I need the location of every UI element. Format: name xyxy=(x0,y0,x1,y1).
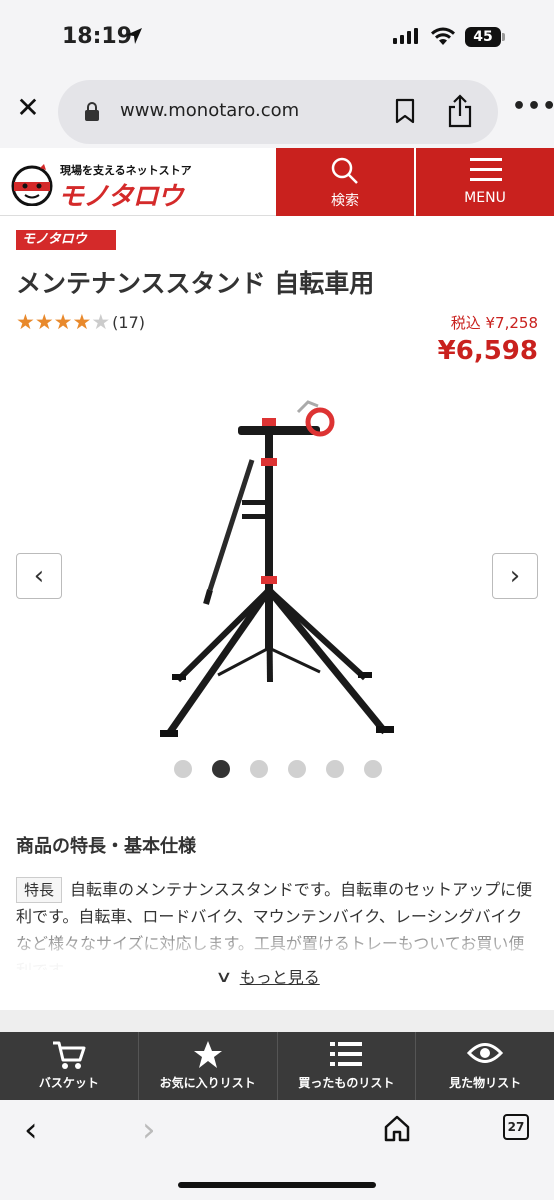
pagination-dot[interactable] xyxy=(326,760,344,778)
review-count[interactable]: (17) xyxy=(112,312,145,333)
url-text: www.monotaro.com xyxy=(120,100,300,121)
gallery-prev-button[interactable]: ‹ xyxy=(16,553,62,599)
share-icon[interactable] xyxy=(446,94,474,128)
back-icon[interactable]: ‹ xyxy=(24,1110,38,1150)
more-icon[interactable]: ••• xyxy=(512,94,554,119)
tax-included-price: 税込 ¥7,258 xyxy=(450,314,538,332)
tab-favorites[interactable]: お気に入りリスト xyxy=(139,1032,278,1100)
location-arrow-icon xyxy=(126,28,142,44)
site-header: 現場を支えるネットストア モノタロウ 検索 MENU xyxy=(0,148,554,216)
star-empty-icon: ★ xyxy=(91,310,111,334)
star-icon: ★ xyxy=(72,310,92,334)
bookmark-icon[interactable] xyxy=(394,98,416,124)
product-title: メンテナンススタンド 自転車用 xyxy=(16,269,375,298)
gallery-next-button[interactable]: › xyxy=(492,553,538,599)
tab-label: 見た物リスト xyxy=(449,1076,522,1090)
mascot-icon xyxy=(11,164,53,206)
lock-icon xyxy=(85,102,99,121)
star-icon xyxy=(193,1041,222,1068)
pagination-dot[interactable] xyxy=(174,760,192,778)
pagination-dot-active[interactable] xyxy=(212,760,230,778)
home-indicator xyxy=(178,1182,376,1188)
url-field[interactable]: www.monotaro.com xyxy=(58,80,498,144)
tabs-button[interactable]: 27 xyxy=(503,1114,529,1140)
monotaro-logo[interactable]: 現場を支えるネットストア モノタロウ xyxy=(10,158,270,212)
logo-brand: モノタロウ xyxy=(58,182,183,212)
status-time: 18:19 xyxy=(62,24,133,49)
wifi-icon xyxy=(431,27,455,45)
eye-icon xyxy=(467,1043,504,1063)
star-icon: ★ xyxy=(16,310,35,334)
pagination-dot[interactable] xyxy=(288,760,306,778)
product-image[interactable] xyxy=(130,390,430,740)
tab-basket[interactable]: バスケット xyxy=(0,1032,139,1100)
show-more-label: もっと見る xyxy=(239,968,320,987)
menu-label: MENU xyxy=(464,190,506,206)
product-image-gallery: ‹ › xyxy=(0,380,554,750)
browser-toolbar: ‹ › 27 xyxy=(0,1100,554,1200)
list-icon xyxy=(330,1042,363,1066)
search-button[interactable]: 検索 xyxy=(276,148,414,216)
hamburger-icon xyxy=(470,158,502,181)
tab-label: 買ったものリスト xyxy=(298,1076,395,1090)
battery-icon: 45 xyxy=(465,27,501,47)
show-more-link[interactable]: ∨ もっと見る xyxy=(215,964,320,988)
tab-label: バスケット xyxy=(38,1076,99,1090)
pagination-dot[interactable] xyxy=(364,760,382,778)
section-divider xyxy=(0,1010,554,1032)
pagination-dot[interactable] xyxy=(250,760,268,778)
search-label: 検索 xyxy=(331,193,359,209)
maker-name: モノタロウ xyxy=(22,232,87,247)
status-bar: 18:19 45 xyxy=(0,0,554,72)
product-price: ¥6,598 xyxy=(437,336,538,366)
features-heading: 商品の特長・基本仕様 xyxy=(16,836,196,857)
tab-purchased[interactable]: 買ったものリスト xyxy=(278,1032,417,1100)
cellular-signal-icon xyxy=(393,28,418,44)
battery-tip xyxy=(502,33,505,41)
browser-address-bar: ✕ www.monotaro.com ••• xyxy=(0,72,554,148)
star-icon: ★ xyxy=(53,310,73,334)
rating-stars[interactable]: ★ ★ ★ ★ ★ (17) xyxy=(16,312,145,333)
maker-logo[interactable]: モノタロウ xyxy=(16,230,116,250)
search-icon xyxy=(331,157,358,184)
gallery-pagination xyxy=(174,760,382,778)
star-icon: ★ xyxy=(34,310,54,334)
chevron-down-icon: ∨ xyxy=(215,966,233,986)
forward-icon[interactable]: › xyxy=(142,1110,156,1150)
home-icon[interactable] xyxy=(383,1114,411,1142)
tab-viewed[interactable]: 見た物リスト xyxy=(416,1032,554,1100)
bottom-tab-bar: バスケット お気に入りリスト 買ったものリスト 見た物リスト xyxy=(0,1032,554,1100)
close-icon[interactable]: ✕ xyxy=(14,94,42,122)
menu-button[interactable]: MENU xyxy=(416,148,554,216)
features-badge: 特長 xyxy=(16,877,63,903)
cart-icon xyxy=(52,1041,86,1069)
tab-label: お気に入りリスト xyxy=(159,1076,256,1090)
